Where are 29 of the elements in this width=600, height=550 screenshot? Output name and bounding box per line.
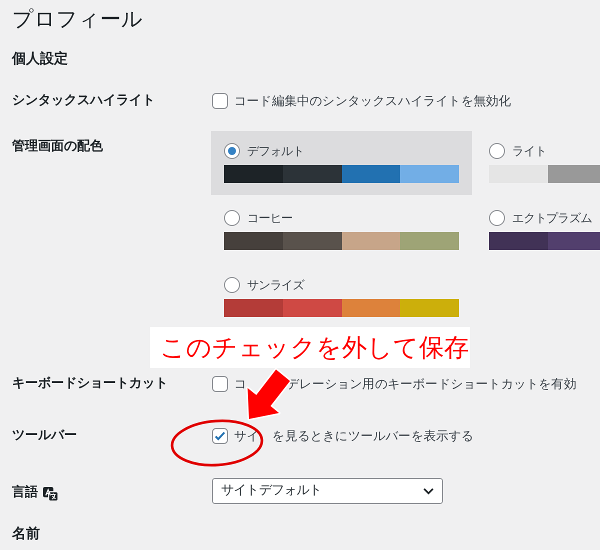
radio-button[interactable] bbox=[224, 143, 240, 159]
section-heading: 名前 bbox=[12, 525, 41, 544]
checkbox-label: を見るときにツールバーを表示する bbox=[272, 427, 474, 445]
scheme-name: サンライズ bbox=[247, 277, 304, 294]
field-label: キーボードショートカット bbox=[12, 375, 168, 393]
scheme-name: エクトプラズム bbox=[512, 210, 592, 227]
page-title: プロフィール bbox=[12, 6, 144, 33]
radio-button[interactable] bbox=[489, 210, 505, 226]
checkbox-label: コ bbox=[234, 375, 247, 393]
radio-button[interactable] bbox=[224, 277, 240, 293]
annotation-callout: このチェックを外して保存 bbox=[150, 327, 470, 368]
checkbox[interactable] bbox=[212, 93, 228, 109]
field-label: シンタックスハイライト bbox=[12, 92, 155, 110]
translation-icon bbox=[43, 486, 58, 500]
chevron-down-icon bbox=[423, 488, 434, 494]
checkbox-label: コード編集中のシンタックスハイライトを無効化 bbox=[234, 92, 512, 110]
scheme-name: デフォルト bbox=[247, 143, 304, 160]
section-heading: 個人設定 bbox=[12, 50, 69, 69]
checkbox[interactable] bbox=[212, 376, 228, 392]
scheme-name: ライト bbox=[512, 143, 546, 160]
field-label: ツールバー bbox=[12, 427, 77, 445]
checkbox-label: サイ bbox=[234, 427, 260, 445]
radio-button[interactable] bbox=[489, 143, 505, 159]
radio-button[interactable] bbox=[224, 210, 240, 226]
checkbox[interactable] bbox=[212, 428, 228, 444]
language-select[interactable]: サイトデフォルト bbox=[212, 478, 443, 504]
scheme-name: コーヒー bbox=[247, 210, 293, 227]
field-label: 管理画面の配色 bbox=[12, 138, 103, 156]
field-label: 言語 bbox=[12, 484, 38, 502]
